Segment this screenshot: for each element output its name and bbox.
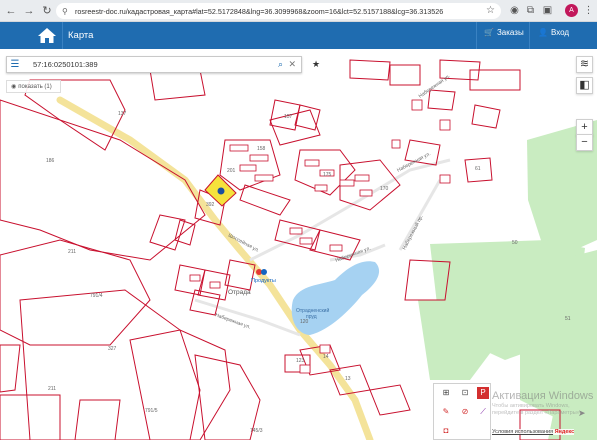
login-icon: 👤 bbox=[538, 28, 548, 37]
cadastral-search: ☰ 57:16:0250101:389 ⌕ ✕ bbox=[6, 56, 302, 73]
profile-avatar[interactable]: A bbox=[565, 4, 578, 17]
reload-icon[interactable]: ↻ bbox=[40, 4, 54, 18]
delete-icon[interactable]: ⊘ bbox=[459, 406, 471, 418]
roads bbox=[56, 96, 374, 440]
map-tools-panel: ⊞ ⊡ P ✎ ⊘ ⟋ ◘ bbox=[433, 383, 491, 440]
camera-icon[interactable]: ◘ bbox=[440, 425, 452, 437]
draw-icon[interactable]: ✎ bbox=[440, 406, 452, 418]
map-label-14: 14 bbox=[323, 354, 329, 360]
browser-toolbar: ← → ↻ ⚲ rosreestr-doc.ru/кадастровая_кар… bbox=[0, 0, 597, 22]
pond-label-2: пруд bbox=[306, 314, 317, 320]
login-button[interactable]: 👤 Вход bbox=[538, 28, 569, 37]
zoom-out-icon[interactable]: − bbox=[576, 134, 593, 151]
map-canvas[interactable]: 137 157 186 211 211 327 791/4 791/5 745/… bbox=[0, 49, 597, 440]
show-results-toggle[interactable]: ◉ показать (1) bbox=[6, 80, 61, 93]
cadastral-map[interactable]: 137 157 186 211 211 327 791/4 791/5 745/… bbox=[0, 49, 597, 440]
map-label-61: 61 bbox=[475, 166, 481, 172]
extension-icon[interactable]: ◉ bbox=[508, 4, 521, 17]
eye-icon: ◉ bbox=[11, 84, 17, 90]
orders-button[interactable]: 🛒 Заказы bbox=[484, 28, 524, 37]
layers-icon[interactable]: ≋ bbox=[576, 56, 593, 73]
map-label-211b: 211 bbox=[48, 386, 56, 392]
yandex-logo[interactable]: Яндекс bbox=[555, 429, 575, 435]
show-results-label: показать (1) bbox=[18, 83, 52, 90]
village-label: Отрада bbox=[228, 289, 251, 296]
map-label-50: 50 bbox=[512, 240, 518, 246]
map-label-791-4: 791/4 bbox=[90, 293, 103, 299]
send-icon[interactable]: ➤ bbox=[578, 408, 586, 419]
map-label-791-5: 791/5 bbox=[145, 408, 158, 414]
search-input[interactable]: 57:16:0250101:389 bbox=[33, 60, 98, 69]
basemap-icon[interactable]: ◧ bbox=[576, 77, 593, 94]
map-label-392: 392 bbox=[206, 202, 215, 208]
menu-icon[interactable]: ☰ bbox=[7, 59, 23, 70]
search-icon[interactable]: ⌕ bbox=[278, 59, 283, 70]
street-label-4: Набережный пр. bbox=[401, 214, 425, 251]
map-label-170: 170 bbox=[380, 186, 389, 192]
shop-poi-icon-2[interactable] bbox=[261, 269, 267, 275]
browser-menu-icon[interactable]: ⋮ bbox=[582, 4, 595, 17]
map-label-13: 13 bbox=[345, 376, 351, 382]
street-label-6: Набережная ул. bbox=[418, 73, 452, 99]
map-label-201: 201 bbox=[227, 168, 236, 174]
cart-icon: 🛒 bbox=[484, 28, 494, 37]
map-label-745-3: 745/3 bbox=[250, 428, 263, 434]
measure-icon[interactable]: ⟋ bbox=[477, 406, 489, 418]
address-bar[interactable]: ⚲ rosreestr-doc.ru/кадастровая_карта#lat… bbox=[56, 3, 501, 19]
map-label-157: 157 bbox=[284, 114, 293, 120]
ruler-icon[interactable]: ⊞ bbox=[440, 387, 452, 399]
map-label-123: 123 bbox=[296, 358, 305, 364]
map-label-327: 327 bbox=[108, 346, 117, 352]
pond-label-1: Отрадненский bbox=[296, 307, 329, 314]
clear-icon[interactable]: ✕ bbox=[288, 59, 296, 70]
map-label-158: 158 bbox=[257, 146, 266, 152]
map-label-51: 51 bbox=[565, 316, 571, 322]
terms-link[interactable]: Условия использования bbox=[492, 429, 553, 435]
pdf-icon[interactable]: P bbox=[477, 387, 489, 399]
sidepanel-icon[interactable]: ▣ bbox=[541, 4, 554, 17]
map-label-186: 186 bbox=[46, 158, 55, 164]
page-title[interactable]: Карта bbox=[68, 30, 93, 41]
bookmark-star-icon[interactable]: ☆ bbox=[486, 5, 495, 16]
star-icon[interactable]: ★ bbox=[309, 57, 323, 71]
site-info-icon[interactable]: ⚲ bbox=[62, 7, 71, 16]
map-label-175: 175 bbox=[323, 172, 332, 178]
orders-label: Заказы bbox=[496, 28, 524, 37]
map-label-211a: 211 bbox=[68, 249, 76, 255]
home-icon[interactable] bbox=[37, 27, 57, 44]
activation-watermark-title: Активация Windows bbox=[492, 390, 594, 402]
shop-label: Продукты bbox=[251, 278, 276, 284]
area-icon[interactable]: ⊡ bbox=[459, 387, 471, 399]
parcel-marker[interactable] bbox=[217, 187, 225, 195]
forward-icon[interactable]: → bbox=[22, 4, 36, 18]
url-text: rosreestr-doc.ru/кадастровая_карта#lat=5… bbox=[75, 6, 444, 16]
map-label-137: 137 bbox=[118, 111, 127, 117]
map-attribution: Условия использования Яндекс bbox=[492, 429, 575, 435]
app-header: Карта 🛒 Заказы 👤 Вход bbox=[0, 22, 597, 49]
back-icon[interactable]: ← bbox=[4, 4, 18, 18]
puzzle-icon[interactable]: ⧉ bbox=[524, 4, 537, 17]
login-label: Вход bbox=[550, 28, 570, 37]
